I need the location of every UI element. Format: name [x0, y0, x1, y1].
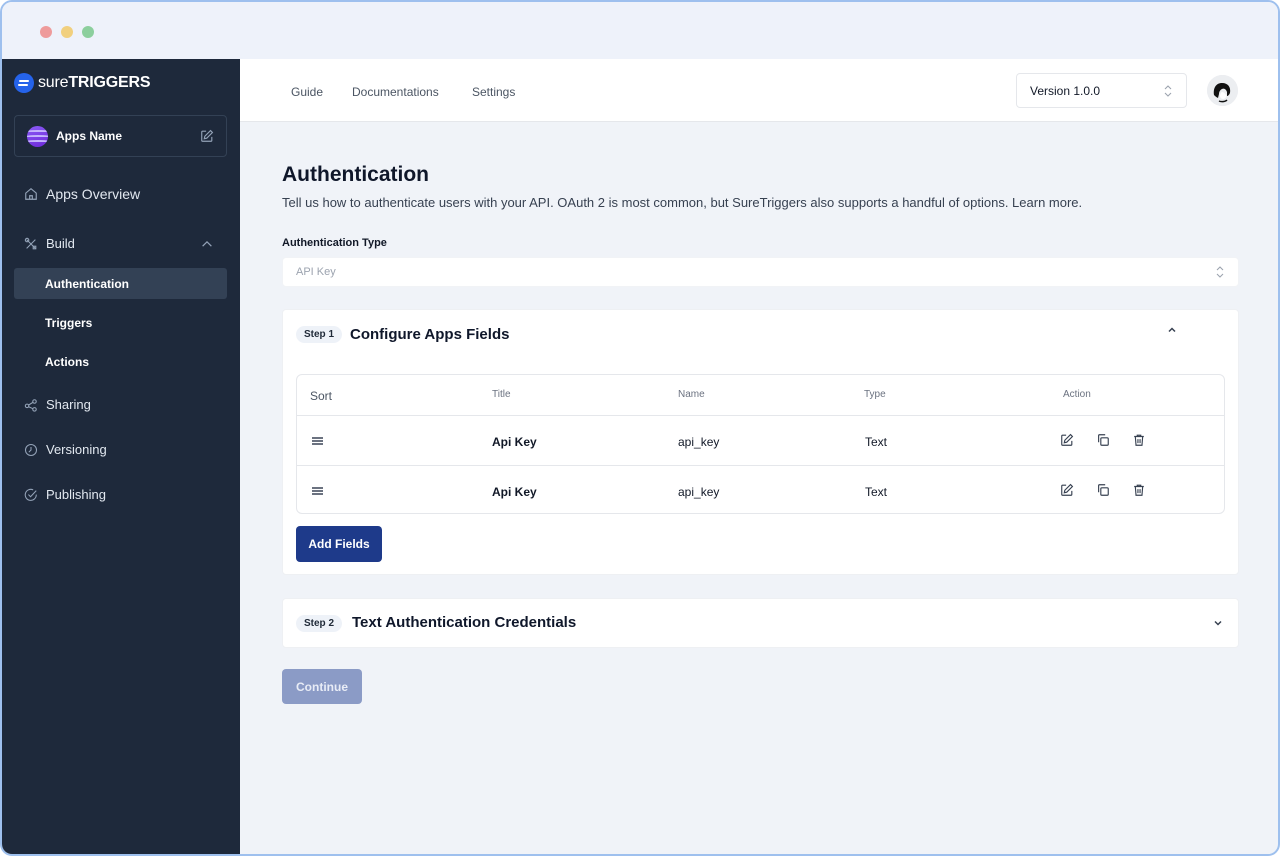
drag-handle-icon[interactable]: [312, 487, 323, 495]
step-title: Configure Apps Fields: [350, 326, 510, 343]
sidebar-item-label: Sharing: [46, 397, 91, 412]
tools-icon: [24, 237, 37, 249]
step-badge: Step 1: [296, 326, 343, 343]
sidebar: sureTRIGGERS Apps Name Apps Overview Bui…: [2, 59, 240, 854]
row-type: Text: [865, 435, 888, 449]
sidebar-item-label: Apps Overview: [46, 186, 141, 202]
app-name: Apps Name: [56, 129, 123, 143]
version-select-value: Version 1.0.0: [1030, 83, 1101, 98]
chevron-down-icon[interactable]: [1212, 617, 1224, 629]
column-header-title: Title: [492, 389, 511, 400]
row-type: Text: [865, 485, 888, 499]
edit-icon[interactable]: [200, 129, 214, 143]
column-header-sort: Sort: [310, 389, 333, 403]
sidebar-subitem-authentication[interactable]: Authentication: [14, 268, 227, 299]
column-header-action: Action: [1063, 389, 1091, 400]
maximize-window-button[interactable]: [82, 26, 94, 38]
user-avatar-icon: [1207, 75, 1238, 106]
continue-button[interactable]: Continue: [282, 669, 362, 704]
duplicate-icon[interactable]: [1096, 433, 1110, 447]
sidebar-subitem-triggers[interactable]: Triggers: [14, 307, 227, 338]
add-fields-button[interactable]: Add Fields: [296, 526, 382, 562]
trash-icon[interactable]: [1132, 483, 1146, 497]
fields-table: Sort Title Name Type Action Api Key api_…: [296, 374, 1225, 514]
row-name: api_key: [678, 485, 720, 499]
app-selector[interactable]: Apps Name: [14, 115, 227, 157]
top-bar: Guide Documentations Settings Version 1.…: [240, 59, 1278, 122]
sidebar-item-apps-overview[interactable]: Apps Overview: [24, 186, 140, 202]
logo[interactable]: sureTRIGGERS: [14, 73, 150, 93]
edit-icon[interactable]: [1060, 483, 1074, 497]
table-row: Api Key api_key Text: [297, 465, 1224, 513]
drag-handle-icon[interactable]: [312, 437, 323, 445]
row-title: Api Key: [492, 435, 537, 449]
sidebar-item-publishing[interactable]: Publishing: [24, 487, 106, 502]
clock-icon: [24, 443, 38, 456]
chevron-up-icon[interactable]: [200, 237, 214, 251]
logo-text-bold: TRIGGERS: [68, 74, 151, 91]
sidebar-subitem-actions[interactable]: Actions: [14, 346, 227, 377]
version-select[interactable]: Version 1.0.0: [1016, 73, 1187, 108]
column-header-name: Name: [678, 389, 705, 400]
step-2-panel[interactable]: Step 2 Text Authentication Credentials: [282, 598, 1239, 648]
authentication-type-placeholder: API Key: [296, 266, 336, 278]
authentication-type-label: Authentication Type: [282, 237, 387, 249]
minimize-window-button[interactable]: [61, 26, 73, 38]
nav-link-settings[interactable]: Settings: [472, 85, 515, 99]
authentication-type-select[interactable]: API Key: [282, 257, 1239, 287]
nav-link-documentations[interactable]: Documentations: [352, 85, 439, 99]
app-avatar: [27, 125, 48, 147]
page-title: Authentication: [282, 163, 429, 186]
suretriggers-logo-icon: [14, 73, 34, 93]
sidebar-item-versioning[interactable]: Versioning: [24, 442, 107, 457]
chevron-up-down-icon: [1216, 266, 1224, 278]
check-circle-icon: [24, 488, 37, 501]
row-title: Api Key: [492, 485, 537, 499]
step-1-panel: Step 1 Configure Apps Fields Sort Title …: [282, 309, 1239, 575]
app-window: sureTRIGGERS Apps Name Apps Overview Bui…: [0, 0, 1280, 856]
sidebar-item-label: Build: [46, 236, 75, 251]
page-description: Tell us how to authenticate users with y…: [282, 195, 1083, 210]
table-header: Sort Title Name Type Action: [297, 375, 1224, 415]
home-icon: [25, 188, 37, 200]
share-icon: [24, 398, 37, 412]
sidebar-item-build[interactable]: Build: [24, 236, 75, 251]
step-badge: Step 2: [296, 615, 343, 632]
table-row: Api Key api_key Text: [297, 415, 1224, 465]
user-avatar[interactable]: [1207, 75, 1238, 106]
sidebar-item-label: Versioning: [46, 442, 107, 457]
chevron-up-down-icon: [1164, 84, 1172, 97]
column-header-type: Type: [864, 389, 886, 400]
sidebar-item-sharing[interactable]: Sharing: [24, 397, 91, 412]
duplicate-icon[interactable]: [1096, 483, 1110, 497]
edit-icon[interactable]: [1060, 433, 1074, 447]
step-title: Text Authentication Credentials: [352, 614, 577, 631]
nav-link-guide[interactable]: Guide: [291, 85, 323, 99]
chevron-up-icon[interactable]: [1166, 324, 1178, 336]
close-window-button[interactable]: [40, 26, 52, 38]
row-name: api_key: [678, 435, 720, 449]
sidebar-item-label: Publishing: [46, 487, 106, 502]
title-bar: [2, 2, 1278, 59]
logo-text-light: sure: [38, 74, 69, 91]
trash-icon[interactable]: [1132, 433, 1146, 447]
